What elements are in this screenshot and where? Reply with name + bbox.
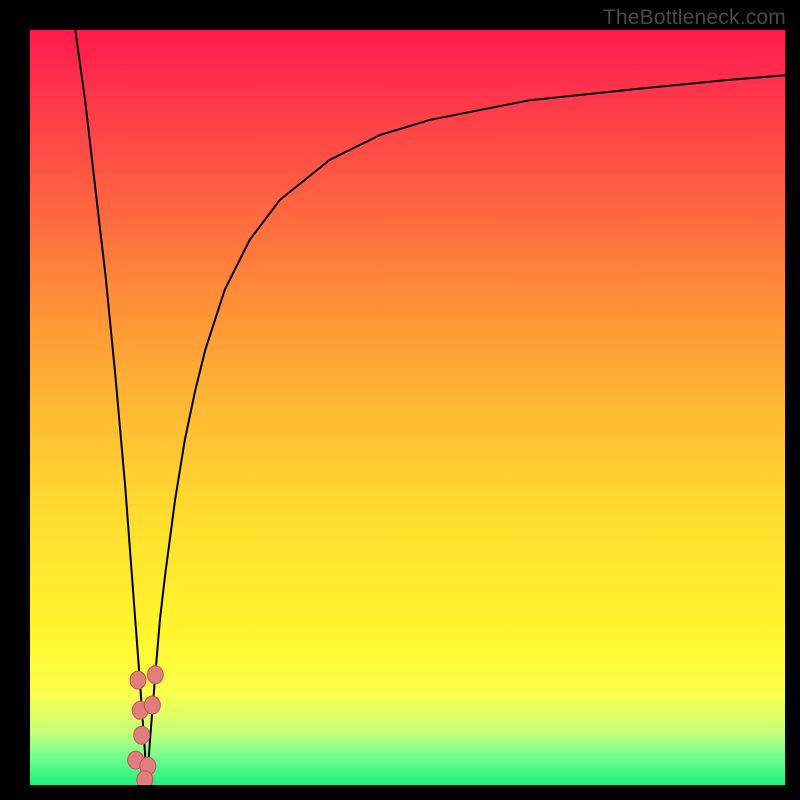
chart-frame: TheBottleneck.com <box>0 0 800 800</box>
data-point <box>130 671 146 689</box>
data-point <box>147 666 163 684</box>
data-point <box>144 696 160 714</box>
curve-svg <box>30 30 785 785</box>
watermark-text: TheBottleneck.com <box>603 6 786 30</box>
data-point <box>137 771 153 785</box>
curve-right-branch <box>147 75 785 785</box>
plot-area <box>30 30 785 785</box>
scatter-points <box>128 666 164 785</box>
data-point <box>134 726 150 744</box>
